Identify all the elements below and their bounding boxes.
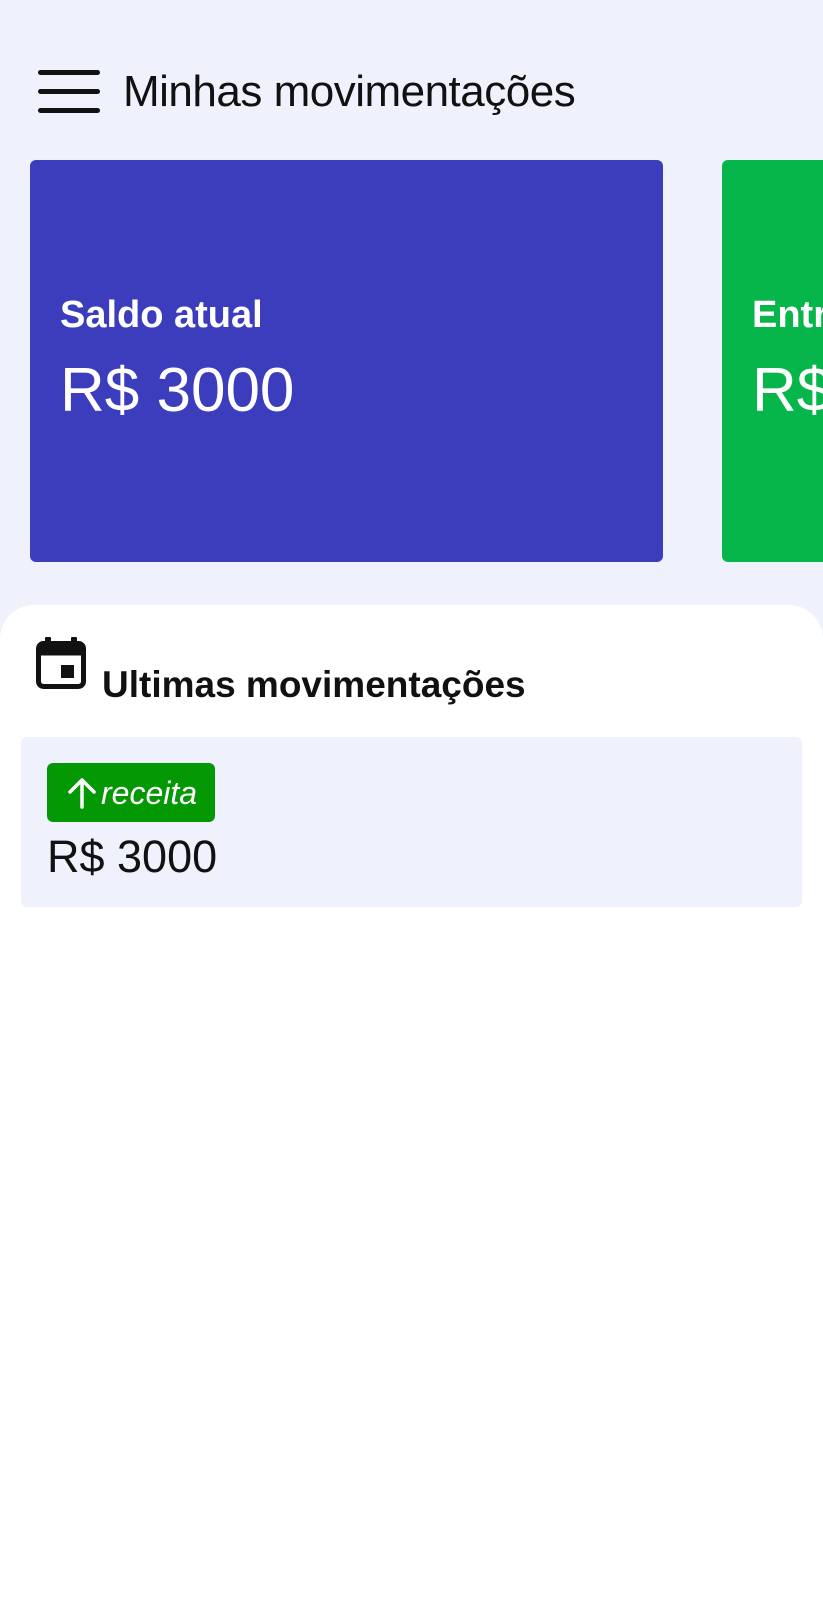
movements-panel: Ultimas movimentações receita R$ 3000 — [0, 605, 823, 1600]
movement-type-label: receita — [101, 774, 198, 811]
menu-icon-bar — [38, 70, 100, 75]
menu-icon[interactable] — [38, 70, 100, 116]
balance-card[interactable]: Saldo atual R$ 3000 — [30, 160, 663, 562]
movement-value: R$ 3000 — [47, 831, 218, 882]
balance-card-label: Saldo atual — [60, 294, 263, 336]
movement-list-item[interactable]: receita R$ 3000 — [21, 737, 802, 907]
menu-icon-bar — [38, 89, 100, 94]
page-title: Minhas movimentações — [123, 67, 576, 116]
app-header: Minhas movimentações — [0, 0, 823, 160]
arrow-up-icon — [68, 777, 96, 809]
income-card-value: R$ — [752, 356, 823, 425]
summary-cards-carousel[interactable]: Saldo atual R$ 3000 Entr R$ — [0, 160, 823, 562]
income-card-label: Entr — [752, 294, 823, 336]
calendar-icon — [36, 637, 86, 689]
income-card[interactable]: Entr R$ — [722, 160, 823, 562]
menu-icon-bar — [38, 108, 100, 113]
balance-card-value: R$ 3000 — [60, 356, 295, 425]
movement-type-badge: receita — [47, 763, 216, 822]
section-title: Ultimas movimentações — [102, 664, 526, 705]
